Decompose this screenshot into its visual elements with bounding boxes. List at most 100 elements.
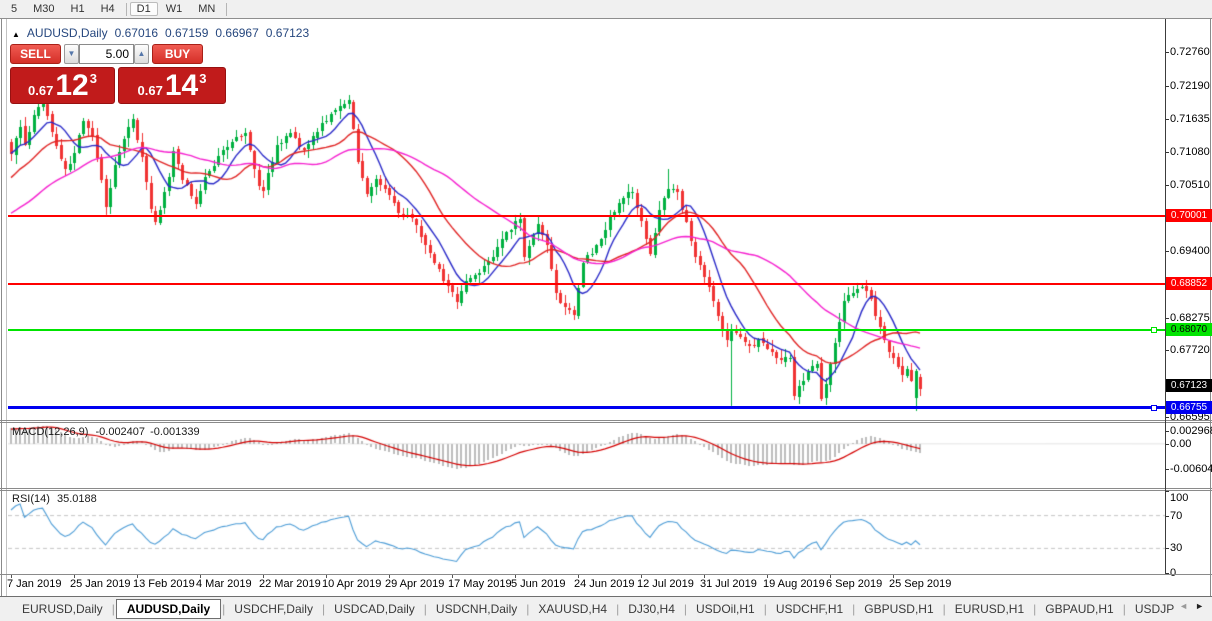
separator-macd-rsi-bottom (0, 490, 1212, 491)
support-line-0.68070[interactable] (8, 329, 1165, 331)
chart-tab-eurusd-daily[interactable]: EURUSD,Daily (14, 600, 111, 618)
date-axis-label: 7 Jan 2019 (7, 578, 61, 590)
window-left-inner-border (6, 19, 7, 596)
price-badge: 0.66755 (1166, 401, 1212, 414)
window-right-border (1210, 19, 1211, 596)
date-axis-label: 6 Sep 2019 (826, 578, 882, 590)
tab-separator: | (322, 602, 325, 616)
separator-macd-rsi-top[interactable] (0, 488, 1212, 489)
timeframe-button-d1[interactable]: D1 (130, 2, 158, 16)
tabs-scroll-left-button[interactable]: ◄ (1179, 601, 1188, 611)
buy-button[interactable]: BUY (152, 44, 203, 64)
chart-tab-gbpusd-h1[interactable]: GBPUSD,H1 (856, 600, 941, 618)
tab-separator: | (764, 602, 767, 616)
rsi-label: RSI(14) 35.0188 (12, 493, 97, 505)
date-axis-label: 29 Apr 2019 (385, 578, 444, 590)
date-axis-label: 5 Jun 2019 (511, 578, 565, 590)
date-axis-label: 24 Jun 2019 (574, 578, 635, 590)
chart-tab-usdjp[interactable]: USDJP (1127, 600, 1182, 618)
sell-price-int: 0.67 (28, 83, 53, 98)
sell-price-sup: 3 (90, 71, 97, 86)
date-axis-label: 25 Sep 2019 (889, 578, 951, 590)
date-axis-label: 31 Jul 2019 (700, 578, 757, 590)
macd-label: MACD(12,26,9) -0.002407 -0.001339 (12, 426, 200, 438)
support-line-0.66755[interactable] (8, 406, 1165, 409)
buy-price-int: 0.67 (138, 83, 163, 98)
tabs-scroll-right-button[interactable]: ► (1195, 601, 1204, 611)
price-axis-label: 0.71635 (1170, 113, 1210, 125)
chart-tab-usdoil-h1[interactable]: USDOil,H1 (688, 600, 763, 618)
chart-tab-bar: EURUSD,Daily|AUDUSD,Daily|USDCHF,Daily|U… (0, 596, 1212, 621)
timeframe-button-m30[interactable]: M30 (25, 2, 62, 16)
tab-separator: | (852, 602, 855, 616)
separator-main-macd-top[interactable] (0, 420, 1212, 421)
sell-button[interactable]: SELL (10, 44, 61, 64)
toolbar-divider (226, 3, 227, 16)
volume-decrease-button[interactable]: ▼ (64, 44, 79, 64)
price-axis-label: 0.69400 (1170, 245, 1210, 257)
line-handle[interactable] (1151, 405, 1157, 411)
timeframe-button-w1[interactable]: W1 (158, 2, 191, 16)
macd-value-main: -0.002407 (95, 426, 145, 438)
chart-tab-audusd-daily[interactable]: AUDUSD,Daily (116, 599, 221, 619)
chart-symbol-label: AUDUSD,Daily (27, 26, 108, 40)
terminal-window: 5M30H1H4D1W1MN ▲AUDUSD,Daily0.670160.671… (0, 0, 1212, 621)
rsi-axis-label: 0 (1170, 567, 1176, 579)
buy-price-sup: 3 (199, 71, 206, 86)
price-badge: 0.68852 (1166, 277, 1212, 290)
timeframe-button-mn[interactable]: MN (190, 2, 223, 16)
macd-name: MACD(12,26,9) (12, 426, 88, 438)
separator-main-macd-bottom (0, 422, 1212, 423)
chart-tab-gbpaud-h1[interactable]: GBPAUD,H1 (1037, 600, 1121, 618)
chart-tab-eurusd-h1[interactable]: EURUSD,H1 (947, 600, 1032, 618)
price-badge: 0.70001 (1166, 209, 1212, 222)
timeframe-button-5[interactable]: 5 (3, 2, 25, 16)
price-axis-label: 0.67720 (1170, 344, 1210, 356)
tab-separator: | (684, 602, 687, 616)
sell-price-display[interactable]: 0.67 12 3 (10, 67, 115, 104)
rsi-axis-label: 30 (1170, 542, 1182, 554)
tab-separator: | (616, 602, 619, 616)
rsi-indicator-chart[interactable] (8, 491, 1165, 573)
chart-tab-usdchf-h1[interactable]: USDCHF,H1 (768, 600, 851, 618)
buy-price-display[interactable]: 0.67 14 3 (118, 67, 226, 104)
tab-separator: | (424, 602, 427, 616)
chart-tab-usdchf-daily[interactable]: USDCHF,Daily (226, 600, 321, 618)
quote-high: 0.67159 (165, 26, 208, 40)
resistance-line-0.70001[interactable] (8, 215, 1165, 217)
price-axis-label: 0.68275 (1170, 312, 1210, 324)
chart-tab-xauusd-h4[interactable]: XAUUSD,H4 (530, 600, 615, 618)
tab-separator: | (222, 602, 225, 616)
macd-axis-label: 0.002968 (1170, 425, 1212, 437)
spin-up-icon: ▲ (138, 49, 146, 58)
tab-separator: | (1033, 602, 1036, 616)
timeframe-button-h4[interactable]: H4 (93, 2, 123, 16)
resistance-line-0.68852[interactable] (8, 283, 1165, 285)
chart-tab-dj30-h4[interactable]: DJ30,H4 (620, 600, 683, 618)
volume-increase-button[interactable]: ▲ (134, 44, 149, 64)
tab-separator: | (943, 602, 946, 616)
tab-separator: | (112, 602, 115, 616)
buy-price-pips: 14 (165, 69, 198, 103)
price-axis-label: 0.71080 (1170, 146, 1210, 158)
date-axis-label: 12 Jul 2019 (637, 578, 694, 590)
chart-tab-usdcnh-daily[interactable]: USDCNH,Daily (428, 600, 525, 618)
quote-open: 0.67016 (115, 26, 158, 40)
price-axis-label: 0.70510 (1170, 179, 1210, 191)
toolbar-divider (126, 3, 127, 16)
quote-close: 0.67123 (266, 26, 309, 40)
price-badge: 0.68070 (1166, 323, 1212, 336)
one-click-collapse-icon[interactable]: ▲ (12, 30, 20, 39)
tab-separator: | (526, 602, 529, 616)
date-axis-label: 4 Mar 2019 (196, 578, 252, 590)
rsi-axis-label: 70 (1170, 510, 1182, 522)
chart-tab-usdcad-daily[interactable]: USDCAD,Daily (326, 600, 423, 618)
price-axis-line[interactable] (1165, 19, 1166, 574)
date-axis-label: 10 Apr 2019 (322, 578, 381, 590)
rsi-value: 35.0188 (57, 493, 97, 505)
timeframe-button-h1[interactable]: H1 (63, 2, 93, 16)
price-badge: 0.67123 (1166, 379, 1212, 392)
volume-input[interactable] (79, 44, 134, 64)
line-handle[interactable] (1151, 327, 1157, 333)
date-axis-label: 17 May 2019 (448, 578, 512, 590)
